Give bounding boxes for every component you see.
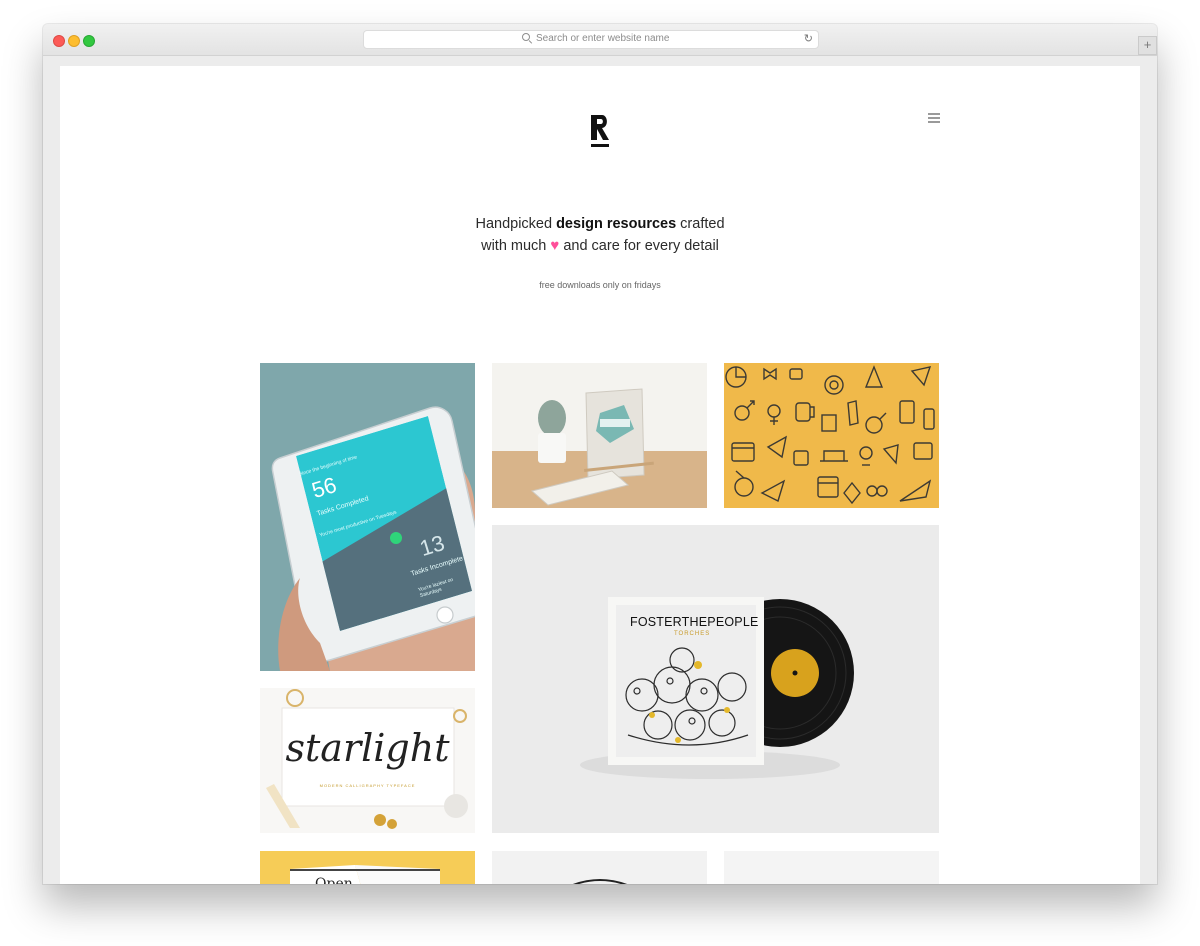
hamburger-menu-icon[interactable] xyxy=(928,113,940,123)
resource-tile-icon-pattern[interactable] xyxy=(724,363,939,508)
reload-icon[interactable]: ↻ xyxy=(804,32,813,46)
album-title: FOSTERTHEPEOPLE xyxy=(630,615,759,629)
resource-tile-app-mockup[interactable]: Since the beginning of time 56 Tasks Com… xyxy=(260,363,475,671)
r-logo-icon xyxy=(591,115,609,147)
web-page: Handpicked design resources crafted with… xyxy=(60,66,1140,884)
tagline-text: Handpicked xyxy=(475,216,557,232)
starlight-title: starlight xyxy=(285,726,450,770)
resource-tile-poster-mockup[interactable] xyxy=(492,363,707,508)
browser-titlebar: Search or enter website name ↻ + xyxy=(43,24,1157,56)
heart-icon: ♥ xyxy=(550,237,560,254)
resource-tile-round-mockup[interactable] xyxy=(492,851,707,884)
tagline-line2-end: and care for every detail xyxy=(559,238,719,254)
minimize-window-button[interactable] xyxy=(68,35,80,47)
vinyl-record-image xyxy=(492,525,939,833)
round-object-image xyxy=(492,851,707,884)
tagline-line2: with much xyxy=(481,238,551,254)
address-bar[interactable]: Search or enter website name ↻ xyxy=(363,30,819,49)
tagline-bold: design resources xyxy=(556,216,677,232)
close-window-button[interactable] xyxy=(53,35,65,47)
search-icon xyxy=(522,33,531,42)
line-icon-pattern-image xyxy=(724,363,939,508)
book-title: Open xyxy=(315,876,353,884)
tagline-text-end: crafted xyxy=(676,216,725,232)
book-image xyxy=(260,851,475,884)
address-placeholder[interactable]: Search or enter website name xyxy=(536,33,669,44)
resource-tile-vinyl-mockup[interactable]: FOSTERTHEPEOPLE TORCHES xyxy=(492,525,939,833)
plus-icon: + xyxy=(1143,37,1152,52)
site-logo[interactable] xyxy=(589,113,611,149)
new-tab-button[interactable]: + xyxy=(1138,36,1157,55)
album-subtitle: TORCHES xyxy=(674,631,711,637)
tagline: Handpicked design resources crafted with… xyxy=(360,214,840,257)
subline: free downloads only on fridays xyxy=(539,280,661,290)
resource-tile-book-mockup[interactable]: Open xyxy=(260,851,475,884)
resource-tile-starlight-font[interactable]: starlight MODERN CALLIGRAPHY TYPEFACE xyxy=(260,688,475,833)
gold-object-image xyxy=(724,851,939,884)
browser-window: Search or enter website name ↻ + Handpic… xyxy=(43,24,1157,884)
resource-tile-gold-mockup[interactable] xyxy=(724,851,939,884)
zoom-window-button[interactable] xyxy=(83,35,95,47)
poster-cactus-image xyxy=(492,363,707,508)
starlight-subtitle: MODERN CALLIGRAPHY TYPEFACE xyxy=(319,783,416,788)
